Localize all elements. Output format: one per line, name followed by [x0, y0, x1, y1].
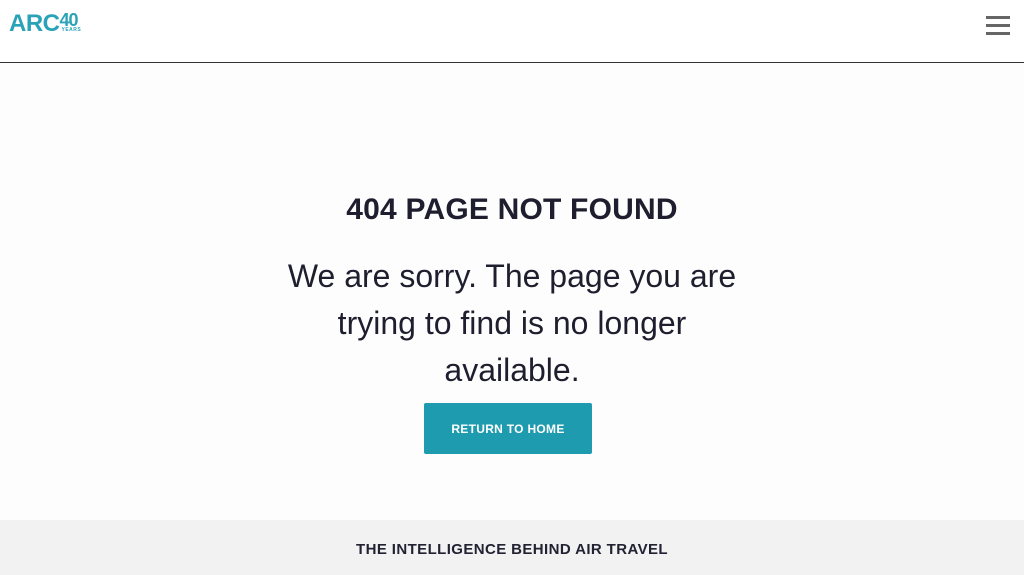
- footer-tagline: THE INTELLIGENCE BEHIND AIR TRAVEL: [356, 541, 668, 558]
- return-to-home-button[interactable]: RETURN TO HOME: [424, 403, 592, 454]
- arc-logo[interactable]: ARC 40 YEARS: [9, 10, 82, 37]
- logo-years-text: YEARS: [61, 27, 82, 33]
- hamburger-menu-icon[interactable]: [986, 16, 1010, 36]
- page-title: 404 PAGE NOT FOUND: [346, 193, 678, 226]
- logo-anniversary: 40 YEARS: [59, 10, 82, 33]
- logo-anniversary-number: 40: [59, 10, 79, 30]
- site-header: ARC 40 YEARS: [0, 0, 1024, 63]
- logo-brand: ARC: [9, 10, 60, 37]
- main-content: 404 PAGE NOT FOUND We are sorry. The pag…: [0, 63, 1024, 520]
- hamburger-line: [986, 32, 1010, 35]
- site-footer: THE INTELLIGENCE BEHIND AIR TRAVEL: [0, 520, 1024, 575]
- hamburger-line: [986, 16, 1010, 19]
- error-message: We are sorry. The page you are trying to…: [287, 258, 737, 388]
- hamburger-line: [986, 24, 1010, 27]
